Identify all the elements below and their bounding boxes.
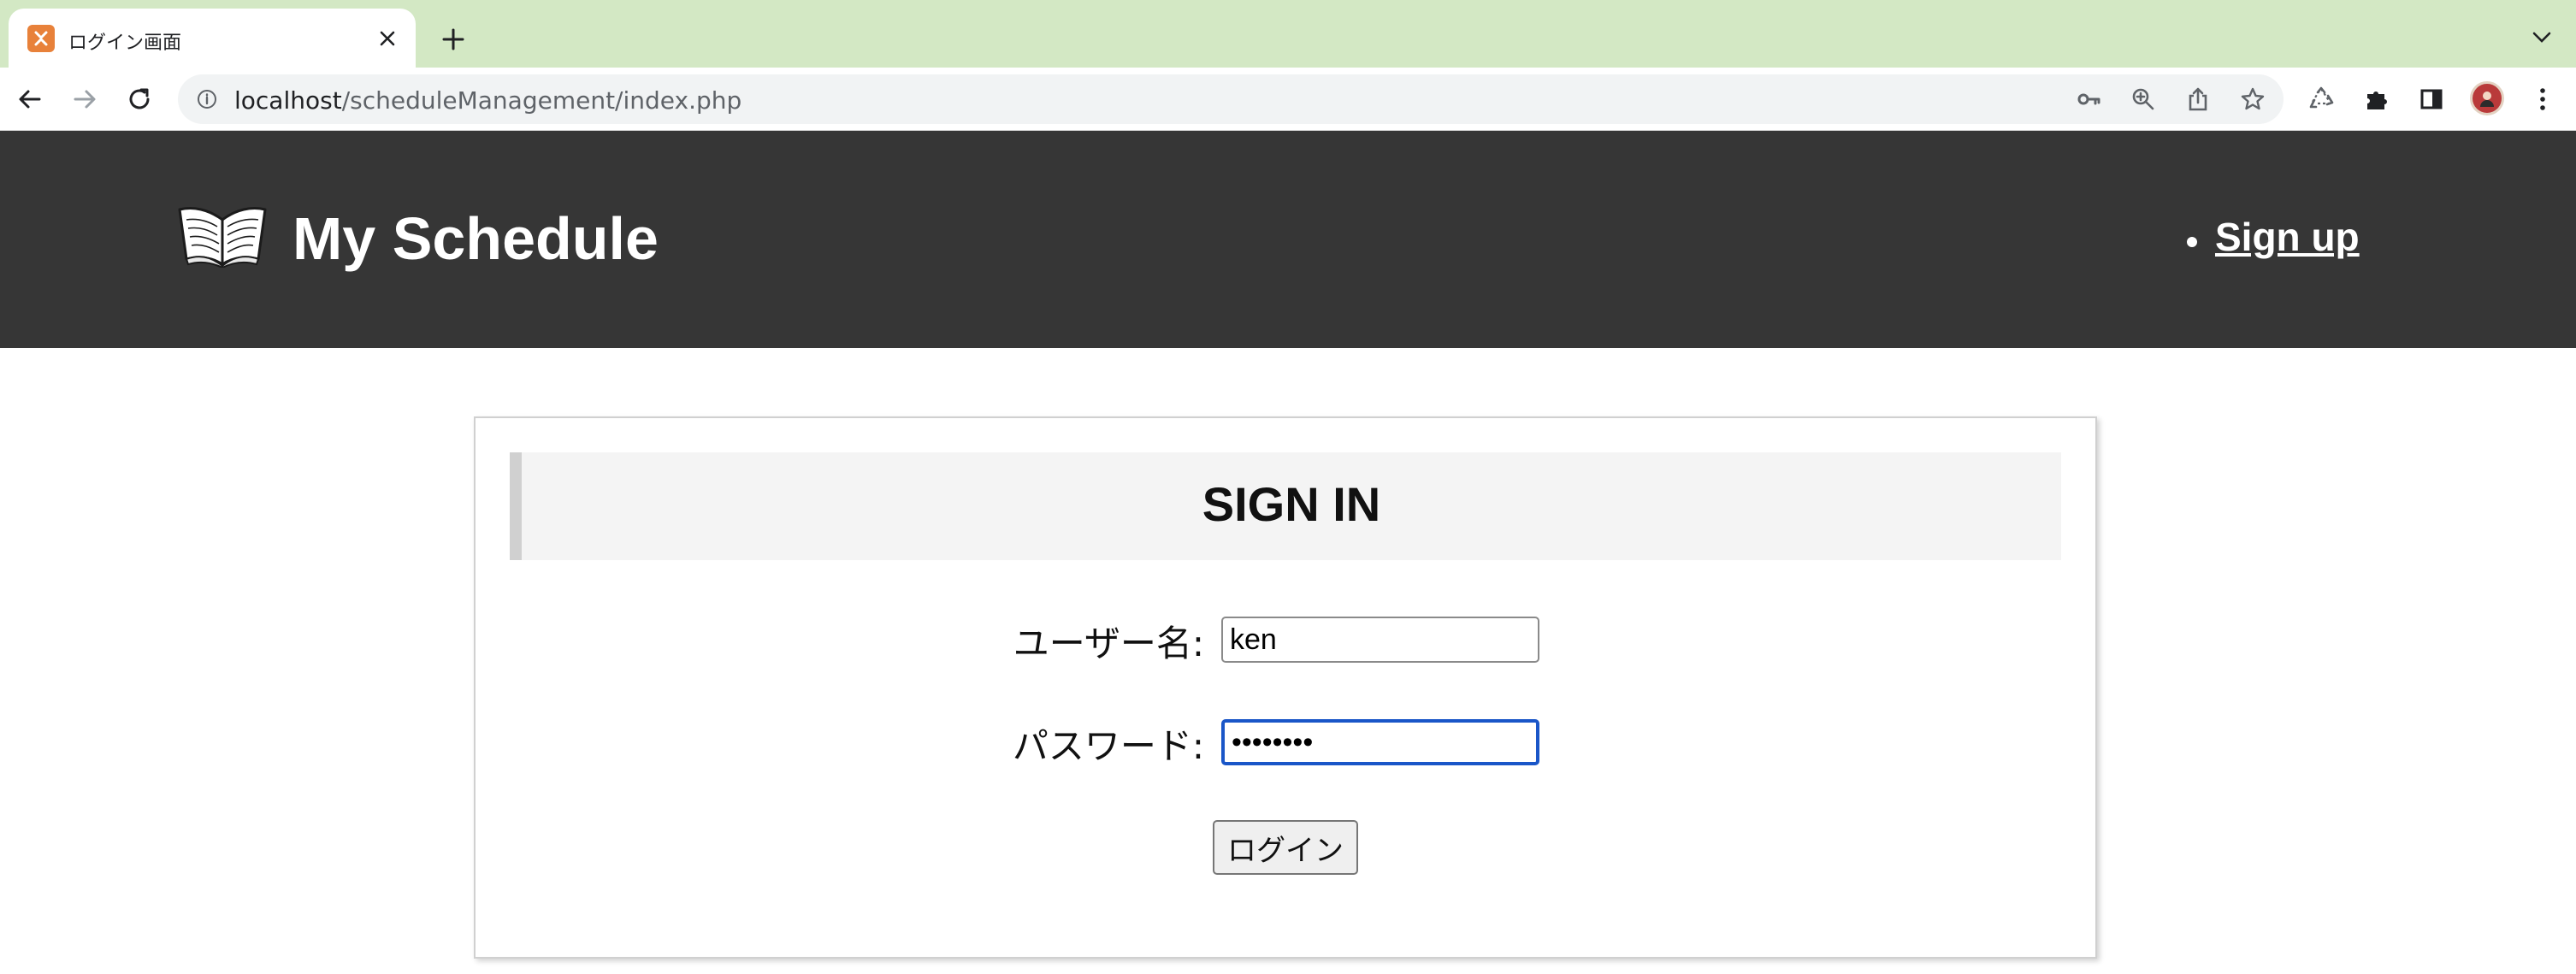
chevron-down-icon[interactable] <box>2525 21 2559 55</box>
username-label: ユーザー名: <box>1013 623 1204 664</box>
tab-strip: ログイン画面 <box>0 0 2576 68</box>
back-icon[interactable] <box>12 81 48 117</box>
login-button[interactable]: ログイン <box>1213 820 1358 875</box>
share-icon[interactable] <box>2184 86 2212 113</box>
key-icon[interactable] <box>2075 86 2102 113</box>
xampp-icon <box>27 25 55 52</box>
new-tab-icon[interactable] <box>434 21 472 58</box>
browser-tab[interactable]: ログイン画面 <box>9 9 416 68</box>
site-header: My Schedule Sign up <box>0 131 2576 348</box>
browser-toolbar: localhost/scheduleManagement/index.php <box>0 68 2576 131</box>
recycle-icon[interactable] <box>2304 81 2340 117</box>
puzzle-icon[interactable] <box>2359 81 2395 117</box>
password-field[interactable] <box>1221 719 1539 765</box>
forward-icon[interactable] <box>67 81 103 117</box>
reload-icon[interactable] <box>121 81 157 117</box>
username-field[interactable] <box>1221 617 1539 663</box>
url-text[interactable]: localhost/scheduleManagement/index.php <box>234 86 741 115</box>
nav-bullet <box>2187 237 2197 247</box>
tab-title: ログイン画面 <box>68 32 182 54</box>
more-icon[interactable] <box>2525 81 2561 117</box>
info-icon[interactable] <box>197 89 217 109</box>
avatar[interactable] <box>2470 81 2504 115</box>
site-title: My Schedule <box>292 205 659 272</box>
star-icon[interactable] <box>2239 86 2266 113</box>
signin-card: SIGN IN ユーザー名: パスワード: ログイン <box>474 416 2097 959</box>
signin-heading-box: SIGN IN <box>510 452 2061 560</box>
address-bar[interactable]: localhost/scheduleManagement/index.php <box>178 74 2284 124</box>
signup-link[interactable]: Sign up <box>2215 214 2360 260</box>
password-label: パスワード: <box>1012 725 1204 767</box>
sidepanel-icon[interactable] <box>2414 81 2449 117</box>
close-icon[interactable] <box>375 26 400 51</box>
book-icon <box>178 207 267 268</box>
page-title: SIGN IN <box>1202 477 1381 531</box>
zoom-icon[interactable] <box>2130 86 2157 113</box>
